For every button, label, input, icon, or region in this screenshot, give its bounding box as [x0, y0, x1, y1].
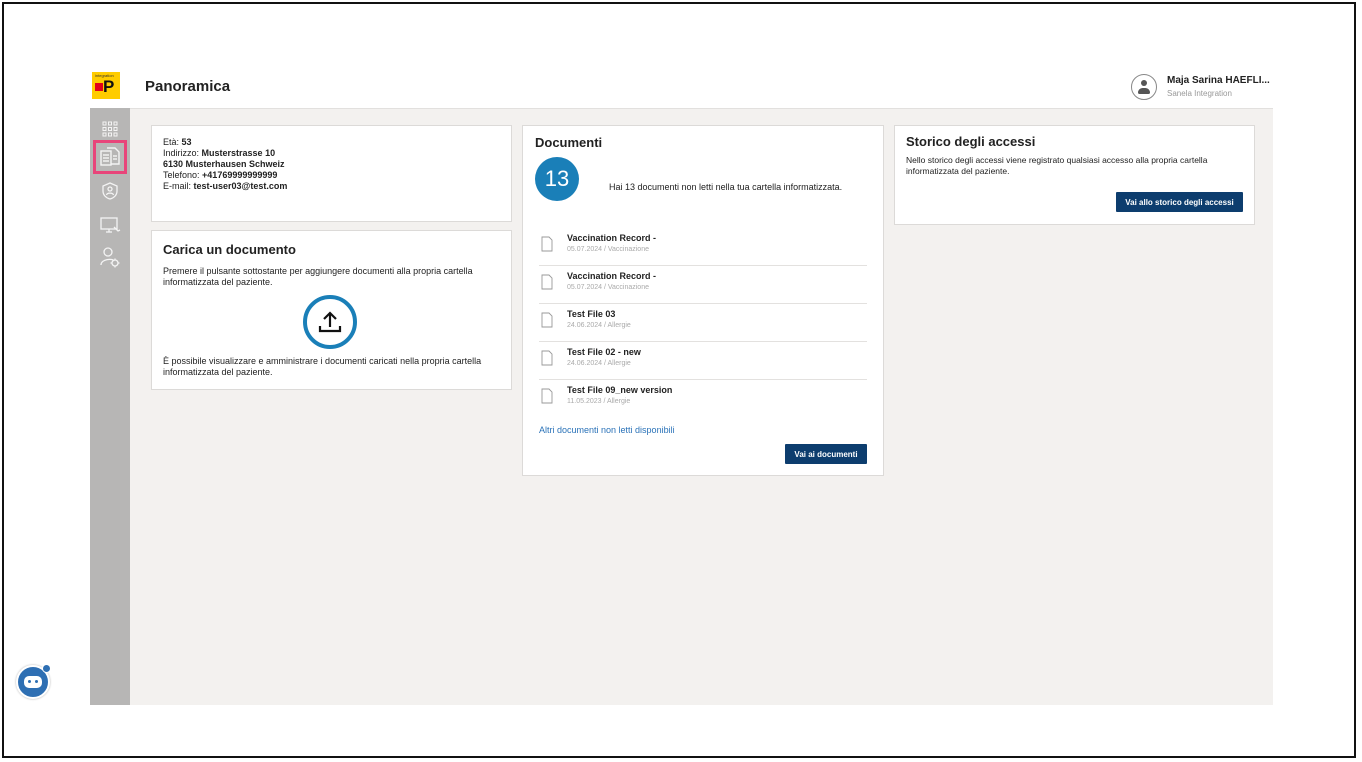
robot-icon: [24, 676, 42, 688]
more-documents-link[interactable]: Altri documenti non letti disponibili: [539, 425, 675, 435]
document-row[interactable]: Vaccination Record - 05.07.2024 / Vaccin…: [539, 228, 867, 266]
documents-title: Documenti: [535, 135, 603, 150]
go-to-access-history-button[interactable]: Vai allo storico degli accessi: [1116, 192, 1243, 212]
document-icon: [541, 274, 553, 290]
document-icon: [541, 388, 553, 404]
document-title: Test File 03: [567, 309, 616, 319]
user-organization: Sanela Integration: [1167, 89, 1232, 98]
document-icon: [541, 312, 553, 328]
top-bar: integration P Panoramica Maja Sarina HAE…: [90, 70, 1273, 109]
upload-description: Premere il pulsante sottostante per aggi…: [163, 266, 473, 287]
patient-info-card: Età: 53 Indirizzo: Musterstrasse 10 6130…: [151, 125, 512, 222]
document-title: Test File 09_new version: [567, 385, 673, 395]
go-to-documents-button[interactable]: Vai ai documenti: [785, 444, 867, 464]
document-meta: 24.06.2024 / Allergie: [567, 360, 631, 367]
sidebar: [90, 108, 130, 705]
document-row[interactable]: Vaccination Record - 05.07.2024 / Vaccin…: [539, 266, 867, 304]
document-icon: [541, 350, 553, 366]
user-name[interactable]: Maja Sarina HAEFLI...: [1167, 75, 1270, 86]
document-row[interactable]: Test File 03 24.06.2024 / Allergie: [539, 304, 867, 342]
document-title: Vaccination Record -: [567, 271, 657, 281]
unread-count-badge: 13: [535, 157, 579, 201]
patient-age: Età: 53: [163, 137, 192, 147]
nav-user-settings-icon[interactable]: [93, 240, 127, 274]
nav-monitor-icon[interactable]: [93, 208, 127, 242]
access-history-title: Storico degli accessi: [906, 134, 1036, 149]
user-avatar-icon[interactable]: [1131, 74, 1157, 100]
upload-card: Carica un documento Premere il pulsante …: [151, 230, 512, 390]
upload-info: È possibile visualizzare e amministrare …: [163, 356, 482, 377]
patient-phone: Telefono: +41769999999999: [163, 170, 278, 180]
documents-card: Documenti 13 Hai 13 documenti non letti …: [522, 125, 884, 476]
notification-dot: [42, 664, 51, 673]
document-meta: 05.07.2024 / Vaccinazione: [567, 246, 649, 253]
upload-title: Carica un documento: [163, 242, 296, 257]
logo-letter: P: [103, 77, 115, 96]
upload-button[interactable]: [303, 295, 357, 349]
swiss-cross-icon: [95, 83, 103, 91]
documents-summary: Hai 13 documenti non letti nella tua car…: [609, 182, 843, 192]
post-logo[interactable]: integration P: [92, 72, 120, 99]
document-meta: 24.06.2024 / Allergie: [567, 322, 631, 329]
document-row[interactable]: Test File 09_new version 11.05.2023 / Al…: [539, 380, 867, 417]
document-row[interactable]: Test File 02 - new 24.06.2024 / Allergie: [539, 342, 867, 380]
document-title: Test File 02 - new: [567, 347, 641, 357]
nav-documents-icon[interactable]: [93, 140, 127, 174]
nav-shield-user-icon[interactable]: [93, 174, 127, 208]
page-title: Panoramica: [145, 78, 231, 95]
app-window: integration P Panoramica Maja Sarina HAE…: [90, 70, 1273, 705]
patient-address: Indirizzo: Musterstrasse 10: [163, 148, 276, 158]
access-history-card: Storico degli accessi Nello storico degl…: [894, 125, 1255, 225]
patient-email: E-mail: test-user03@test.com: [163, 181, 288, 191]
upload-icon: [318, 311, 342, 333]
document-meta: 05.07.2024 / Vaccinazione: [567, 284, 649, 291]
document-icon: [541, 236, 553, 252]
access-history-description: Nello storico degli accessi viene regist…: [906, 155, 1208, 176]
chatbot-button[interactable]: [16, 664, 51, 699]
document-title: Vaccination Record -: [567, 233, 657, 243]
document-meta: 11.05.2023 / Allergie: [567, 398, 631, 405]
patient-address-line2: 6130 Musterhausen Schweiz: [163, 159, 285, 169]
